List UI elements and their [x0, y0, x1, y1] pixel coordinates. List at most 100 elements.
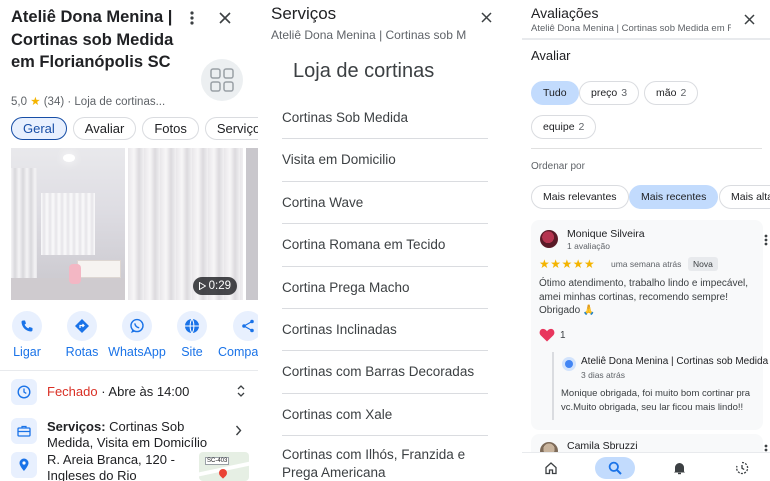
more-options-icon[interactable]: [183, 8, 201, 28]
expand-icon[interactable]: [236, 384, 246, 401]
video-duration: 0:29: [208, 280, 231, 292]
briefcase-icon: [11, 418, 37, 444]
star-icon: ★: [30, 96, 41, 108]
video-duration-badge: 0:29: [192, 277, 237, 295]
review-text: Ótimo atendimento, trabalho lindo e impe…: [539, 278, 749, 316]
reviews-title: Avaliações: [531, 5, 599, 21]
share-icon: [242, 319, 254, 333]
filter-label: equipe: [543, 121, 575, 133]
services-label: Serviços:: [47, 419, 106, 434]
review-card: Monique Silveira 1 avaliação ★★★★★ uma s…: [531, 220, 768, 430]
share-button[interactable]: Compartilhar: [218, 311, 258, 359]
reviews-panel: Avaliações Ateliê Dona Menina | Cortinas…: [522, 0, 770, 481]
filter-label: mão: [656, 87, 677, 99]
filter-label: preço: [591, 87, 618, 99]
owner-reply: Ateliê Dona Menina | Cortinas sob Medida…: [552, 352, 768, 420]
place-thumbnail[interactable]: [201, 59, 243, 101]
activity-icon[interactable]: [722, 457, 762, 479]
panel-gap: [510, 0, 522, 481]
service-item: Cortinas com Xale: [282, 394, 488, 437]
rating-line[interactable]: 5,0 ★ (34) · Loja de cortinas...: [11, 94, 165, 108]
map-thumbnail[interactable]: SC-403: [199, 452, 249, 481]
review-time: uma semana atrás: [611, 259, 682, 269]
like-count: 1: [560, 330, 566, 341]
service-item: Cortina Prega Macho: [282, 267, 488, 309]
hours-status: Fechado: [47, 384, 98, 399]
play-icon: [198, 282, 206, 290]
service-item: Cortinas Sob Medida: [282, 97, 488, 140]
filter-chip-preco[interactable]: preço 3: [579, 81, 640, 105]
place-category: Loja de cortinas...: [74, 96, 166, 108]
place-photo-partial[interactable]: [246, 148, 258, 300]
reply-text: Monique obrigada, foi muito bom cortinar…: [561, 388, 751, 413]
clock-icon: [11, 379, 37, 405]
tab-geral[interactable]: Geral: [11, 117, 67, 140]
avatar[interactable]: [540, 230, 558, 248]
website-button[interactable]: Site: [162, 311, 222, 359]
location-pin-icon: [11, 452, 37, 478]
tab-fotos[interactable]: Fotos: [142, 117, 199, 140]
close-icon[interactable]: [477, 8, 495, 26]
home-icon[interactable]: [531, 457, 571, 479]
star-rating: ★★★★★: [539, 257, 596, 271]
address-line2: Ingleses do Rio: [47, 468, 137, 481]
website-label: Site: [181, 345, 203, 359]
filter-chip-tudo[interactable]: Tudo: [531, 81, 579, 105]
services-title: Serviços: [271, 4, 337, 23]
globe-icon: [185, 318, 199, 334]
sort-chip-highest[interactable]: Mais altas: [719, 185, 770, 209]
filter-chip-mao[interactable]: mão 2: [644, 81, 699, 105]
sort-chip-recent[interactable]: Mais recentes: [629, 185, 719, 209]
filter-count: 3: [621, 87, 628, 99]
sort-chip-relevant[interactable]: Mais relevantes: [531, 185, 629, 209]
services-row[interactable]: Serviços: Cortinas Sob Medida, Visita em…: [11, 418, 246, 454]
divider: [0, 370, 258, 371]
call-label: Ligar: [13, 345, 41, 359]
service-item: Cortina Wave: [282, 182, 488, 225]
service-item: Cortinas com Ilhós, Franzida e Prega Ame…: [282, 447, 466, 481]
place-tabs: Geral Avaliar Fotos Serviços: [11, 117, 258, 140]
hours-row[interactable]: Fechado · Abre às 14:00: [11, 379, 246, 405]
tab-avaliar[interactable]: Avaliar: [72, 117, 137, 140]
close-icon[interactable]: [740, 10, 758, 28]
map-road-tag: SC-403: [205, 457, 230, 465]
address-line1: R. Areia Branca, 120 -: [47, 452, 175, 467]
phone-icon: [21, 320, 33, 332]
call-button[interactable]: Ligar: [0, 311, 57, 359]
owner-name: Ateliê Dona Menina | Cortinas sob Medida: [581, 356, 769, 367]
place-photo[interactable]: [11, 148, 125, 300]
tab-servicos[interactable]: Serviços: [204, 117, 258, 140]
close-icon[interactable]: [215, 8, 235, 28]
whatsapp-button[interactable]: WhatsApp: [107, 311, 167, 359]
filter-count: 2: [680, 87, 687, 99]
reviews-subtitle: Ateliê Dona Menina | Cortinas sob Medida…: [531, 23, 731, 34]
service-item: Cortinas com Barras Decoradas: [282, 351, 488, 394]
bell-icon[interactable]: [659, 457, 699, 479]
reviewer-name[interactable]: Monique Silveira: [567, 228, 645, 240]
directions-label: Rotas: [65, 345, 99, 359]
sort-label: Ordenar por: [531, 161, 585, 172]
services-subtitle: Ateliê Dona Menina | Cortinas sob Medida: [271, 28, 466, 42]
new-badge: Nova: [688, 257, 718, 271]
filter-chip-equipe[interactable]: equipe 2: [531, 115, 597, 139]
services-category-heading: Loja de cortinas: [293, 60, 435, 82]
place-overview-panel: Ateliê Dona Menina | Cortinas sob Medida…: [0, 0, 258, 481]
service-item: Visita em Domicilio: [282, 139, 488, 182]
chevron-right-icon: [235, 424, 242, 439]
directions-icon: [75, 319, 89, 333]
search-icon[interactable]: [595, 457, 635, 479]
place-video[interactable]: 0:29: [128, 148, 243, 300]
place-title: Ateliê Dona Menina | Cortinas sob Medida…: [11, 8, 174, 71]
reviewer-name[interactable]: Camila Sbruzzi: [567, 440, 638, 452]
filter-count: 2: [578, 121, 585, 133]
whatsapp-label: WhatsApp: [108, 345, 166, 359]
more-options-icon[interactable]: [761, 232, 770, 248]
reviews-count: (34): [43, 96, 65, 108]
bottom-nav: [522, 452, 770, 481]
reviewer-review-count: 1 avaliação: [567, 241, 611, 251]
directions-button[interactable]: Rotas: [52, 311, 112, 359]
heart-icon[interactable]: [539, 328, 555, 342]
owner-avatar: [562, 357, 576, 371]
reply-time: 3 dias atrás: [581, 370, 625, 380]
service-item: Cortina Romana em Tecido: [282, 224, 488, 267]
